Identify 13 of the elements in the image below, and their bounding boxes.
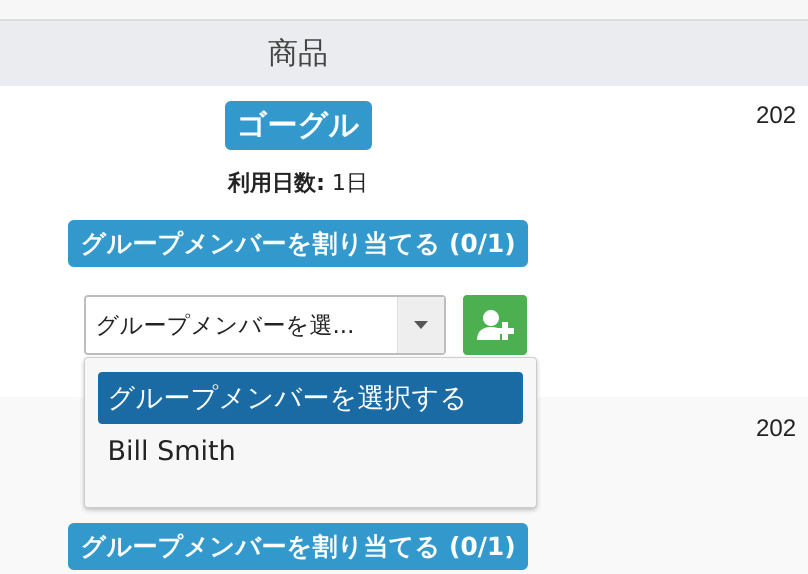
user-plus-icon (474, 309, 514, 341)
product-badge: ゴーグル (224, 101, 372, 150)
dropdown-option[interactable]: グループメンバーを選択する (98, 372, 522, 424)
column-header: 商品 (268, 35, 328, 73)
assign-members-label: グループメンバーを割り当てる (0/1) (68, 523, 528, 570)
caret-icon (414, 321, 428, 329)
dropdown-option[interactable]: Bill Smith (98, 428, 522, 475)
assign-members-label: グループメンバーを割り当てる (0/1) (68, 220, 528, 267)
table-cell: 202 (756, 415, 796, 442)
usage-days: 利用日数: 1日 (228, 168, 368, 198)
table-cell: 202 (756, 102, 796, 129)
member-select[interactable]: グループメンバーを選... (84, 295, 446, 355)
add-member-button[interactable] (462, 295, 526, 355)
